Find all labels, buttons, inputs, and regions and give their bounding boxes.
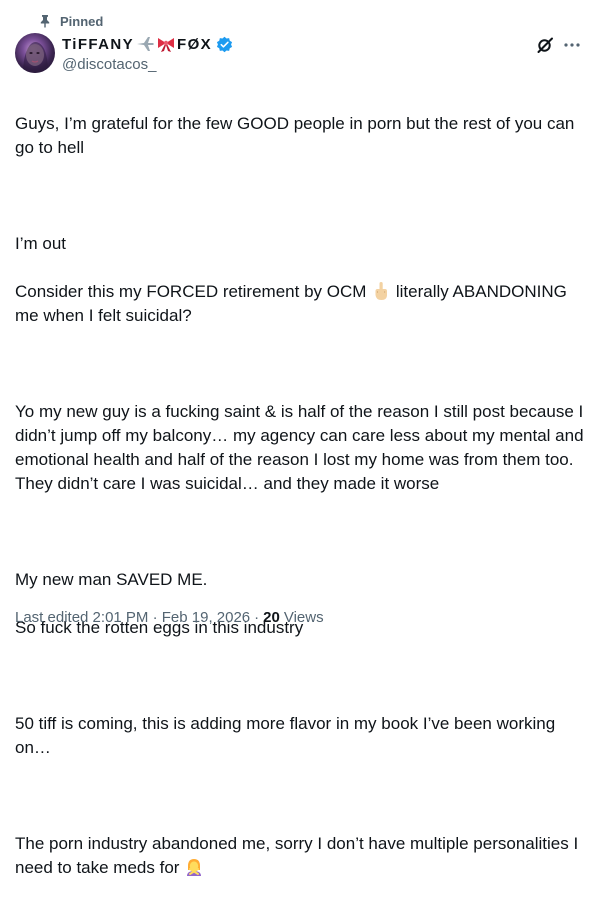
post-line: My new man SAVED ME. [15,570,208,589]
author-name[interactable]: TiFFANY FØX [62,34,233,54]
more-options-icon[interactable] [562,35,582,55]
pinned-indicator: Pinned [38,12,103,30]
avatar[interactable] [15,33,55,73]
views-count: 20 [263,609,280,626]
verified-badge-icon [216,36,233,53]
post-line: 50 tiff is coming, this is adding more f… [15,714,556,757]
post-line: I’m out [15,234,67,253]
ribbon-emoji-icon [156,35,176,53]
grok-icon[interactable] [535,35,555,55]
views-label: Views [283,609,324,626]
airplane-emoji-icon [135,35,155,53]
pin-icon [38,14,52,28]
pinned-label: Pinned [60,13,104,29]
post-text-segment: The porn industry abandoned me, sorry I … [15,834,579,877]
author-name-part1: TiFFANY [62,35,135,53]
post-text-segment: Consider this my FORCED retirement by OC… [15,282,372,301]
post-line: Yo my new guy is a fucking saint & is ha… [15,402,584,493]
post-metadata: Last edited 2:01 PM · Feb 19, 2026 · 20 … [15,609,324,626]
post-text: Guys, I’m grateful for the few GOOD peop… [15,88,585,904]
post-line-with-emoji: Consider this my FORCED retirement by OC… [15,280,585,328]
person-gesturing-no-emoji-icon [184,857,204,877]
post-line-with-emoji: The porn industry abandoned me, sorry I … [15,832,585,880]
author-handle[interactable]: @discotacos_ [62,56,156,73]
author-name-part2: FØX [177,35,213,53]
middle-finger-emoji-icon [371,281,391,301]
separator: · [254,609,260,626]
post-line: Guys, I’m grateful for the few GOOD peop… [15,114,575,157]
last-edited-link[interactable]: Last edited 2:01 PM · Feb 19, 2026 [15,609,250,626]
